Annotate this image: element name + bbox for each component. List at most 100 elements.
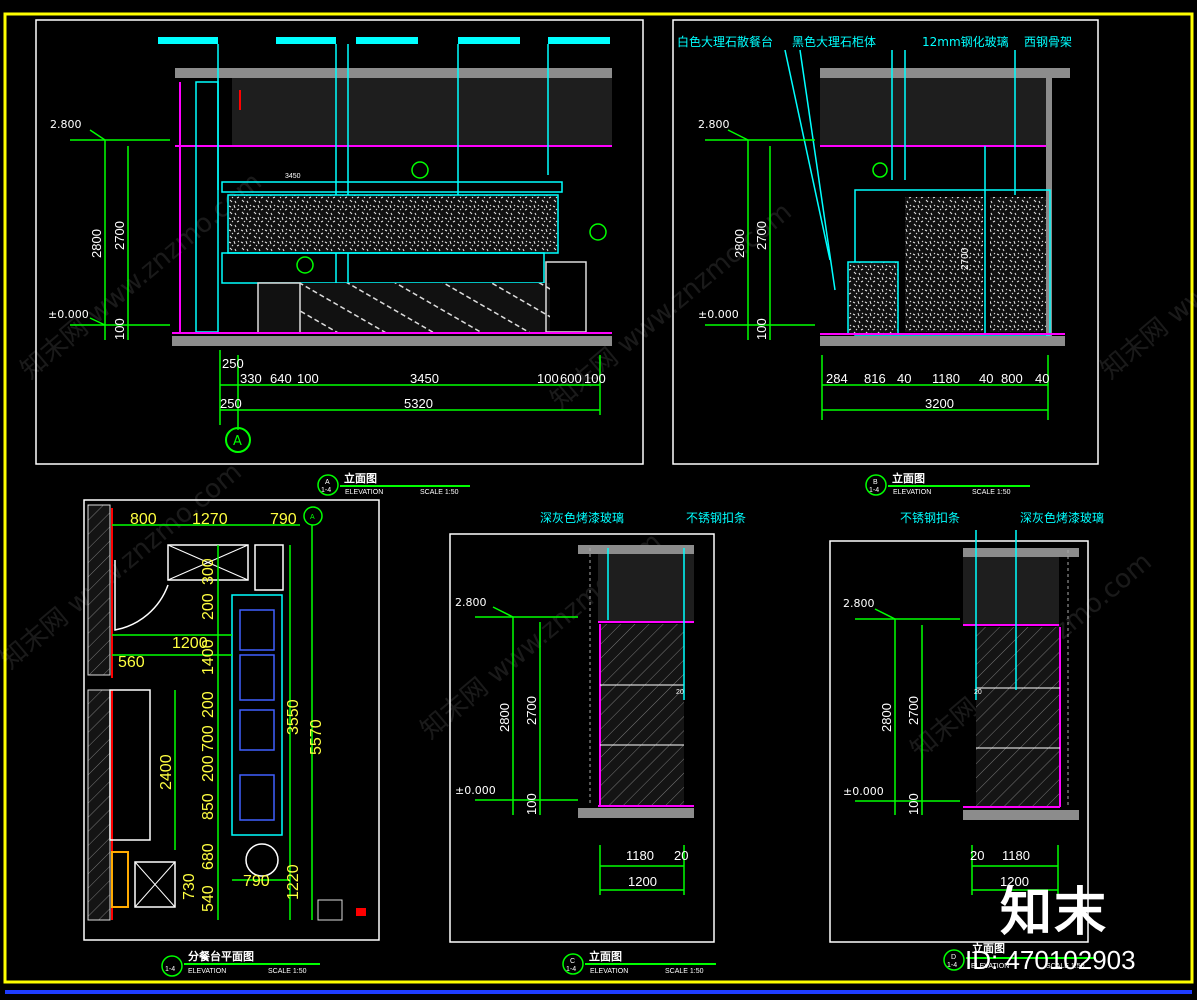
- panel-c-elevation: 深灰色烤漆玻璃 不锈钢扣条 20 2.800 ±0.000 2800 2700 …: [449, 510, 746, 975]
- plan-dim-5570: 5570: [308, 719, 325, 755]
- panel-a-right-unit: [545, 261, 587, 333]
- panel-b-callout: 黑色大理石柜体: [792, 35, 876, 49]
- plan-elevation-label: ELEVATION: [188, 968, 226, 975]
- panel-a-axis-label: A: [233, 434, 242, 449]
- panel-d-caption-index: D: [951, 954, 956, 961]
- panel-a-caption-sheet: 1-4: [321, 487, 331, 494]
- cad-drawing-canvas: 知末网 www.znzmo.com 知末网 www.znzmo.com 知末网 …: [0, 12, 1197, 994]
- panel-b-stone-panel: [990, 197, 1046, 332]
- panel-d-soffit: [963, 557, 1059, 625]
- panel-a-floor-slab: [172, 336, 612, 346]
- panel-c-soffit: [598, 554, 694, 622]
- panel-b-hdim: 816: [864, 371, 886, 386]
- panel-c-level-top: 2.800: [455, 596, 487, 609]
- panel-c-callout: 深灰色烤漆玻璃: [540, 510, 624, 525]
- panel-b-hdim: 40: [897, 371, 911, 386]
- plan-hdim: 790: [270, 511, 297, 528]
- panel-b-callout: 12mm钢化玻璃: [922, 35, 1009, 49]
- panel-a-caption: 立面图: [344, 471, 377, 485]
- panel-a-detail-marker: [589, 223, 607, 241]
- panel-a-hdim: 100: [584, 371, 606, 386]
- plan-vdim: 300: [200, 558, 217, 585]
- panel-d-glass: [976, 627, 1060, 807]
- plan-caption-sheet: 1-4: [165, 966, 175, 973]
- plan-cabinet: [254, 544, 284, 591]
- plan-box-small: [317, 899, 343, 921]
- panel-b-hdim: 800: [1001, 371, 1023, 386]
- panel-a-ceiling-light: [548, 37, 610, 44]
- panel-b-stone-panel: [905, 197, 983, 332]
- panel-a-stone-band: [227, 194, 559, 254]
- panel-c-caption-sheet: 1-4: [566, 966, 576, 973]
- panel-c-glass: [600, 624, 684, 806]
- panel-b-caption-index: B: [873, 479, 878, 486]
- plan-sink: [245, 843, 279, 877]
- plan-vdim: 680: [200, 843, 217, 870]
- panel-d-mark: 20: [974, 689, 982, 696]
- plan-vdim: 850: [200, 793, 217, 820]
- plan-dim-2400: 2400: [158, 754, 175, 790]
- plan-wall: [87, 689, 111, 921]
- plan-scale: SCALE 1:50: [268, 968, 307, 975]
- panel-d-level-top: 2.800: [843, 597, 875, 610]
- panel-b-elevation-label: ELEVATION: [893, 489, 931, 496]
- panel-b-hdim-total: 3200: [925, 396, 954, 411]
- plan-dim-560: 560: [118, 654, 145, 671]
- panel-b-detail-marker: [872, 162, 888, 178]
- panel-b-hdim: 40: [1035, 371, 1049, 386]
- panel-a-level-top: 2.800: [50, 118, 82, 131]
- panel-d-vdim: 2700: [906, 696, 921, 725]
- panel-d-hdim: 1180: [1002, 848, 1030, 863]
- panel-a-ceiling-light: [356, 37, 418, 44]
- panel-b-elevation: 白色大理石散餐台 黑色大理石柜体 12mm钢化玻璃 西钢骨架 2700 2.80…: [672, 19, 1099, 496]
- panel-a-detail-marker: [296, 256, 314, 274]
- panel-a-horizontal-dims: [219, 350, 601, 430]
- panel-a-ceiling-light: [458, 37, 520, 44]
- panel-b-ceiling-slab: [820, 68, 1070, 78]
- panel-c-vdim: 2700: [524, 696, 539, 725]
- panel-c-ceiling-slab: [578, 545, 694, 554]
- plan-side-unit: [109, 689, 151, 841]
- panel-c-level-zero: ±0.000: [455, 784, 496, 797]
- panel-b-vdim: 100: [754, 318, 769, 340]
- panel-d-floor-slab: [963, 810, 1079, 820]
- plan-vdim: 540: [200, 885, 217, 912]
- panel-a-glass-frame: [221, 181, 563, 193]
- panel-a-hdim: 600: [560, 371, 582, 386]
- panel-b-inner-dim: 2700: [960, 247, 971, 270]
- panel-a-small-dim: 3450: [285, 173, 301, 180]
- panel-a-counter: [221, 252, 545, 284]
- asset-id-label: ID: 470102903: [965, 945, 1136, 975]
- plan-vdim: 700: [200, 725, 217, 752]
- panel-b-caption-sheet: 1-4: [869, 487, 879, 494]
- panel-a-ceiling-light: [276, 37, 336, 44]
- plan-vdim: 200: [200, 593, 217, 620]
- panel-d-caption-sheet: 1-4: [947, 962, 957, 969]
- panel-a-soffit: [232, 78, 612, 146]
- panel-a-hdim-total: 250: [220, 396, 242, 411]
- plan-red-tag: [356, 908, 366, 916]
- panel-c-hdim-total: 1200: [628, 874, 657, 889]
- panel-d-ceiling-slab: [963, 548, 1079, 557]
- panel-a-detail-marker: [411, 161, 429, 179]
- panel-b-level-zero: ±0.000: [698, 308, 739, 321]
- plan-dim-3550: 3550: [285, 699, 302, 735]
- plan-well: [239, 709, 275, 751]
- panel-a-caption-index: A: [325, 479, 330, 486]
- panel-a-hdim: 640: [270, 371, 292, 386]
- panel-a-hdim: 100: [537, 371, 559, 386]
- svg-text:知末网 www.znzmo.com: 知末网 www.znzmo.com: [1095, 167, 1197, 386]
- panel-c-hdim: 20: [674, 848, 688, 863]
- panel-a-base-stone: [300, 283, 550, 333]
- plan-caption: 分餐台平面图: [188, 949, 254, 963]
- panel-b-level-top: 2.800: [698, 118, 730, 131]
- plan-hdim: 800: [130, 511, 157, 528]
- panel-c-mark: 20: [676, 689, 684, 696]
- panel-a-hdim-total: 5320: [404, 396, 433, 411]
- plan-vdim: 1400: [200, 639, 217, 675]
- panel-a-vdim: 2800: [89, 229, 104, 258]
- panel-a-cabinet: [257, 282, 301, 334]
- panel-b-counter-block: [847, 261, 899, 335]
- panel-b-wall-right: [1046, 78, 1052, 338]
- panel-b-hdim: 40: [979, 371, 993, 386]
